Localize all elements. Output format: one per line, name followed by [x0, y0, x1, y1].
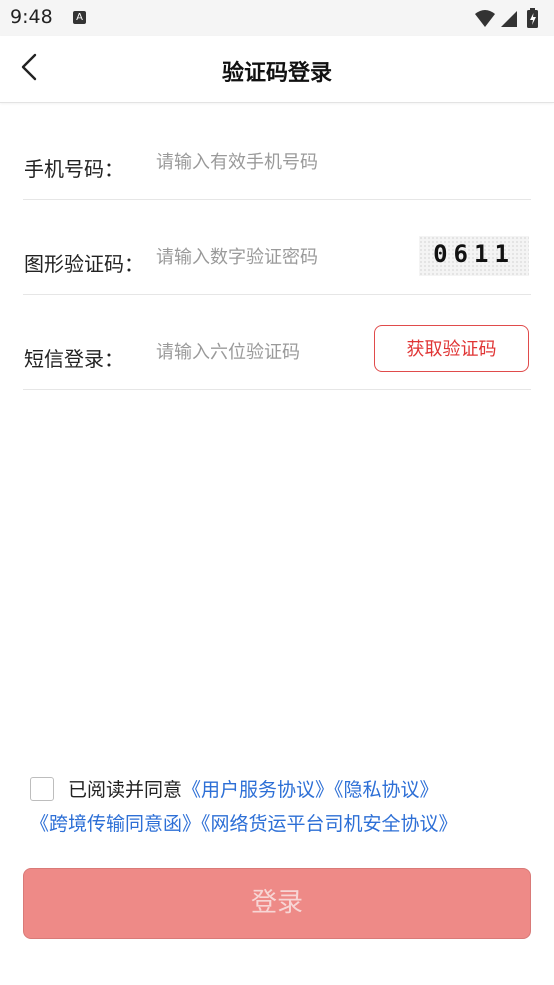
phone-input[interactable] — [156, 144, 396, 180]
privacy-agreement-link[interactable]: 《隐私协议》 — [334, 779, 439, 801]
captcha-row: 图形验证码： 0611 — [23, 199, 531, 295]
status-bar: 9:48 A — [0, 0, 554, 36]
notification-a-icon: A — [73, 11, 86, 24]
status-time: 9:48 — [10, 6, 53, 28]
sms-label: 短信登录： — [24, 347, 124, 371]
agreement: 已阅读并同意《用户服务协议》《隐私协议》 《跨境传输同意函》《网络货运平台司机安… — [30, 773, 540, 841]
title-bar: 验证码登录 — [0, 36, 554, 103]
battery-charging-icon — [527, 8, 538, 28]
agreement-line-2: 《跨境传输同意函》《网络货运平台司机安全协议》 — [30, 807, 540, 841]
page-title: 验证码登录 — [221, 61, 332, 86]
agreement-prefix: 已阅读并同意 — [68, 779, 183, 801]
get-code-button[interactable]: 获取验证码 — [374, 325, 529, 372]
cross-border-consent-link[interactable]: 《跨境传输同意函》 — [30, 813, 201, 835]
captcha-input[interactable] — [156, 239, 396, 275]
captcha-label: 图形验证码： — [24, 252, 144, 276]
phone-label: 手机号码： — [24, 157, 124, 181]
status-icons — [474, 7, 544, 29]
captcha-image[interactable]: 0611 — [419, 236, 529, 276]
captcha-code: 0611 — [433, 240, 515, 268]
wifi-icon — [475, 10, 495, 27]
sms-code-input[interactable] — [156, 334, 396, 370]
agreement-line-1: 已阅读并同意《用户服务协议》《隐私协议》 — [30, 773, 540, 807]
agree-checkbox[interactable] — [30, 777, 54, 801]
login-button[interactable]: 登录 — [23, 868, 531, 939]
sms-row: 短信登录： 获取验证码 — [23, 294, 531, 390]
user-service-agreement-link[interactable]: 《用户服务协议》 — [182, 779, 334, 801]
driver-safety-agreement-link[interactable]: 《网络货运平台司机安全协议》 — [201, 813, 458, 835]
signal-icon — [501, 11, 517, 27]
phone-row: 手机号码： — [23, 104, 531, 200]
